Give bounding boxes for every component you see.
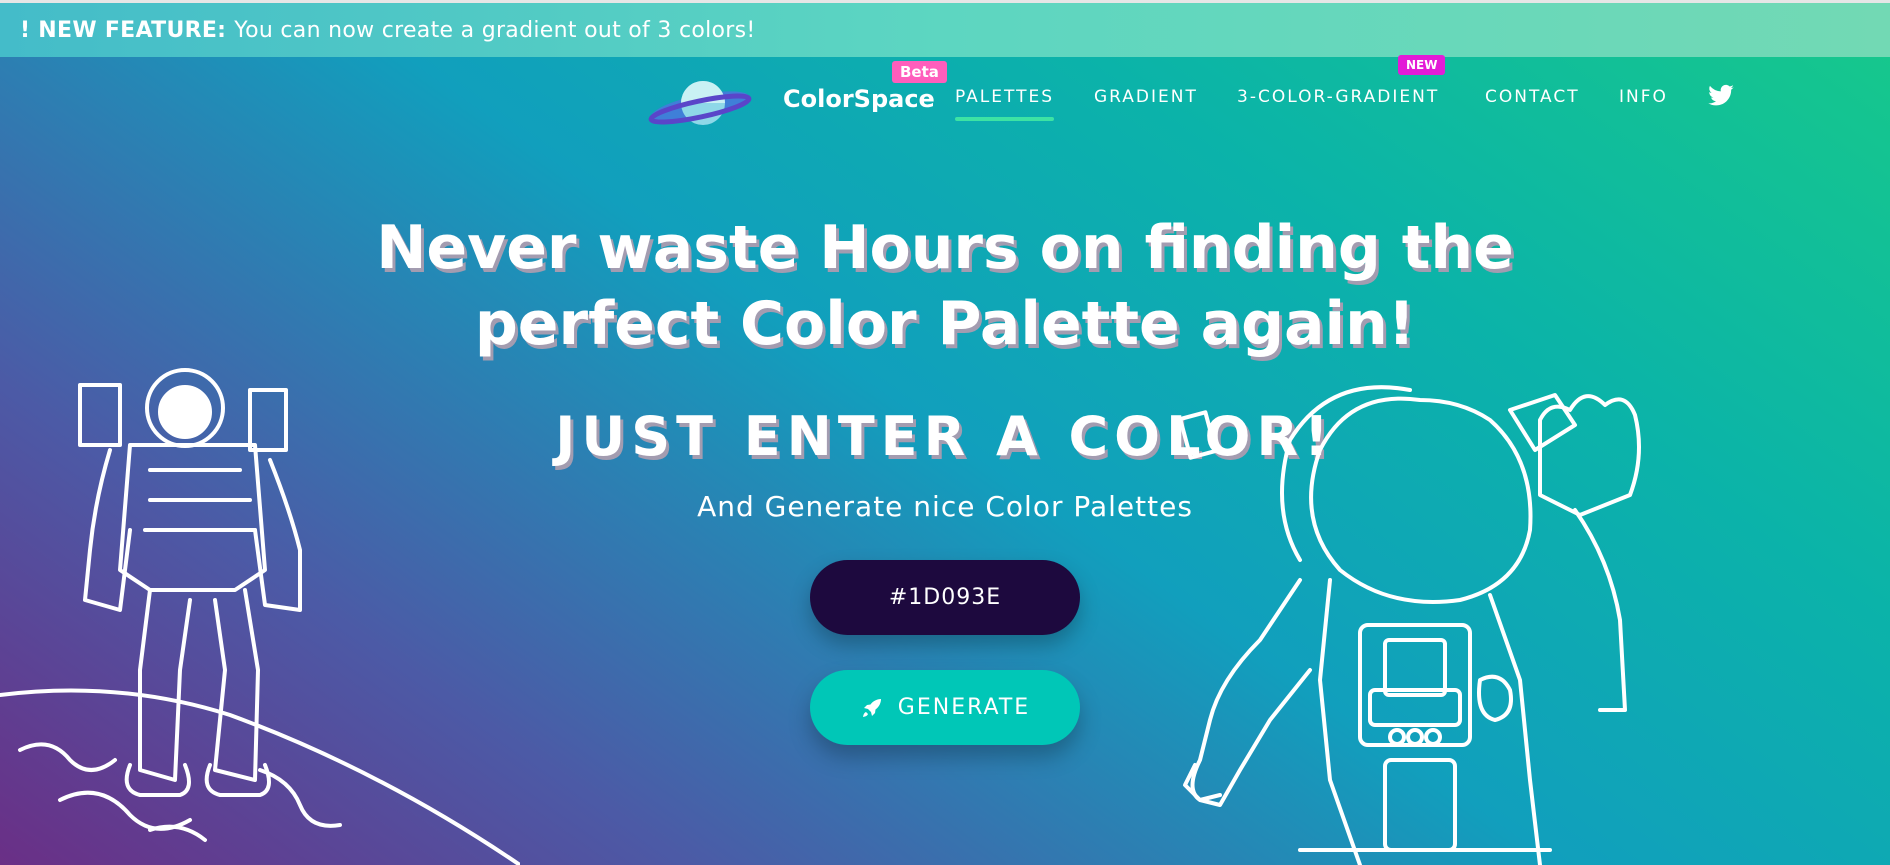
banner-label: ! NEW FEATURE:	[20, 17, 227, 43]
headline-line-1: Never waste Hours on finding the	[376, 213, 1514, 283]
top-navigation: ColorSpace Beta NEW PALETTES GRADIENT 3-…	[0, 55, 1890, 137]
generate-button[interactable]: GENERATE	[810, 670, 1080, 745]
generate-label: GENERATE	[897, 695, 1031, 720]
beta-badge: Beta	[892, 61, 947, 83]
banner-text: You can now create a gradient out of 3 c…	[234, 17, 756, 43]
rocket-icon	[862, 698, 881, 717]
nav-contact[interactable]: CONTACT	[1485, 87, 1580, 107]
nav-palettes[interactable]: PALETTES	[955, 87, 1055, 121]
brand-name[interactable]: ColorSpace	[783, 85, 935, 113]
planet-logo-icon[interactable]	[645, 75, 755, 135]
astronaut-on-planet-illustration	[0, 368, 520, 865]
nav-info[interactable]: INFO	[1619, 87, 1668, 107]
color-input[interactable]	[810, 560, 1080, 635]
hero-headline: Never waste Hours on finding the perfect…	[0, 210, 1890, 362]
twitter-icon[interactable]	[1707, 82, 1735, 110]
astronaut-waving-illustration	[1180, 385, 1641, 865]
nav-3-color-gradient[interactable]: 3-COLOR-GRADIENT	[1237, 87, 1439, 107]
nav-gradient[interactable]: GRADIENT	[1094, 87, 1198, 107]
feature-banner: ! NEW FEATURE: You can now create a grad…	[0, 0, 1890, 57]
new-badge: NEW	[1398, 55, 1446, 75]
